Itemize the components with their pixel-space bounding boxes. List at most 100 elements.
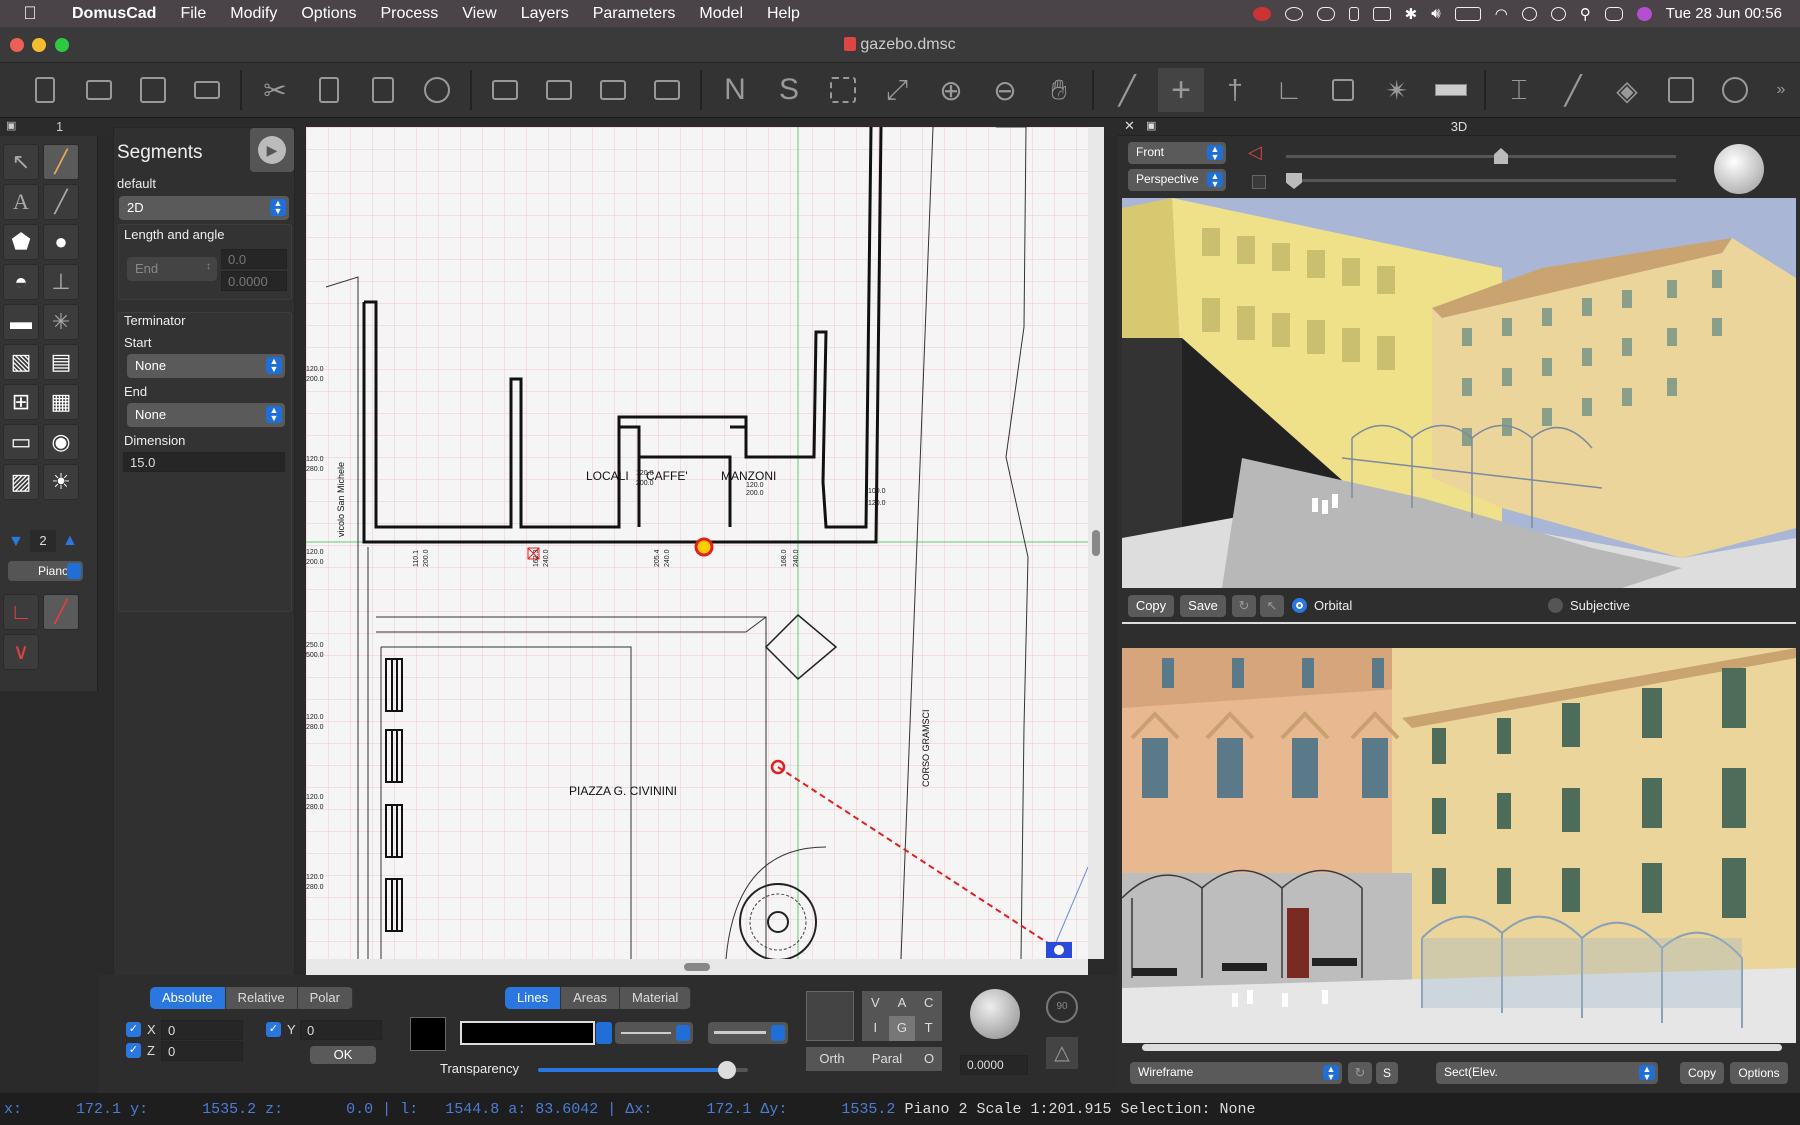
canvas-vertical-scrollbar[interactable] bbox=[1088, 127, 1104, 959]
rotation-field[interactable]: 0.0000 bbox=[960, 1055, 1028, 1075]
line-width-select[interactable] bbox=[708, 1022, 788, 1044]
pan-hand-icon[interactable]: ✋︎ bbox=[1036, 68, 1082, 112]
circle-tool-icon[interactable]: ● bbox=[43, 224, 79, 260]
snap-point-icon[interactable]: † bbox=[1212, 68, 1258, 112]
y-coordinate-field[interactable]: 0 bbox=[300, 1020, 382, 1040]
transparency-slider-knob[interactable] bbox=[718, 1061, 736, 1079]
drawing-tab-number[interactable]: 1 bbox=[56, 119, 63, 134]
view-letter-i[interactable]: I bbox=[862, 1016, 889, 1041]
tab-relative[interactable]: Relative bbox=[225, 987, 298, 1009]
render-mode-select[interactable]: Wireframe ▲ ▼ bbox=[1130, 1062, 1342, 1084]
tab-lines[interactable]: Lines bbox=[505, 987, 562, 1009]
menu-options[interactable]: Options bbox=[289, 5, 368, 23]
menu-modify[interactable]: Modify bbox=[218, 5, 289, 23]
bring-front-icon[interactable] bbox=[482, 68, 528, 112]
view-letter-g[interactable]: G bbox=[888, 1016, 916, 1041]
view-preview[interactable] bbox=[806, 991, 854, 1041]
volume-icon[interactable]: 🔊︎ bbox=[1431, 5, 1440, 22]
length-field[interactable]: 0.0 bbox=[221, 249, 287, 269]
distance-slider-knob[interactable] bbox=[1286, 173, 1302, 189]
x-coordinate-field[interactable]: 0 bbox=[161, 1020, 243, 1040]
transparency-slider[interactable] bbox=[538, 1061, 748, 1079]
detach-icon[interactable]: ▣ bbox=[6, 119, 16, 132]
roof-tool-icon[interactable]: ▤ bbox=[43, 344, 79, 380]
subjective-render-view[interactable] bbox=[1122, 648, 1796, 1043]
perspective-render-view[interactable] bbox=[1122, 198, 1796, 588]
send-backward-icon[interactable] bbox=[590, 68, 636, 112]
s-button[interactable]: S bbox=[1376, 1062, 1398, 1084]
layer-select[interactable]: Piano bbox=[8, 561, 83, 581]
dropbox-icon[interactable] bbox=[1252, 6, 1271, 21]
render-horizontal-scrollbar[interactable] bbox=[1142, 1044, 1782, 1051]
save-view-button[interactable]: Save bbox=[1180, 595, 1226, 617]
y-checkbox[interactable]: ✓ bbox=[266, 1022, 281, 1037]
mode-select[interactable]: 2D ▲ ▼ bbox=[119, 196, 289, 220]
bluetooth-icon[interactable]: ✱ bbox=[1405, 5, 1418, 23]
rectangle-tool-icon[interactable]: ▬ bbox=[3, 304, 39, 340]
menu-view[interactable]: View bbox=[450, 5, 508, 23]
north-icon[interactable]: N bbox=[712, 68, 758, 112]
hatch-tool-icon[interactable]: ✳ bbox=[43, 304, 79, 340]
orth-button[interactable]: Orth bbox=[806, 1047, 858, 1071]
light-tool-icon[interactable]: ☀ bbox=[43, 464, 79, 500]
menu-process[interactable]: Process bbox=[369, 5, 451, 23]
cube-3d-icon[interactable] bbox=[1658, 68, 1704, 112]
render-refresh-icon[interactable]: ↻ bbox=[1348, 1062, 1372, 1084]
rotation-knob[interactable] bbox=[970, 989, 1020, 1039]
siri-icon[interactable] bbox=[1636, 6, 1652, 21]
render-sphere-icon[interactable] bbox=[1712, 68, 1758, 112]
start-terminator-select[interactable]: None ▲ ▼ bbox=[127, 354, 285, 378]
battery-icon[interactable] bbox=[1454, 6, 1481, 21]
send-back-icon[interactable] bbox=[644, 68, 690, 112]
refresh-icon[interactable]: ↻ bbox=[1232, 595, 1256, 617]
paste-icon[interactable] bbox=[360, 68, 406, 112]
line-color-chevron-icon[interactable] bbox=[596, 1022, 612, 1044]
wifi-icon[interactable]: ◠ bbox=[1495, 5, 1508, 23]
zoom-in-icon[interactable]: ⊕ bbox=[928, 68, 974, 112]
diagonal-segment-icon[interactable]: ╱ bbox=[43, 594, 79, 630]
zoom-extents-icon[interactable]: ⤢ bbox=[874, 68, 920, 112]
distance-slider[interactable] bbox=[1286, 173, 1676, 189]
window-tool-icon[interactable]: ⊞ bbox=[3, 384, 39, 420]
text-tool-icon[interactable]: A bbox=[3, 184, 39, 220]
print-icon[interactable] bbox=[184, 68, 230, 112]
text-style-icon[interactable]: ⌶ bbox=[1496, 68, 1542, 112]
subjective-radio[interactable] bbox=[1548, 598, 1563, 613]
canvas-horizontal-scrollbar[interactable] bbox=[306, 959, 1088, 975]
time-machine-icon[interactable] bbox=[1550, 6, 1566, 21]
horizontal-scroll-thumb[interactable] bbox=[684, 963, 710, 971]
right-angle-segment-icon[interactable]: ∟ bbox=[3, 594, 39, 630]
vpn-icon[interactable] bbox=[1372, 6, 1391, 21]
new-file-icon[interactable] bbox=[22, 68, 68, 112]
tab-material[interactable]: Material bbox=[620, 987, 692, 1009]
layer-down-icon[interactable]: ▼ bbox=[8, 533, 24, 551]
menu-layers[interactable]: Layers bbox=[509, 5, 581, 23]
drawing-canvas[interactable]: LOCALI CAFFE' MANZONI PIAZZA G. CIVININI… bbox=[306, 127, 1088, 959]
layer-up-icon[interactable]: ▲ bbox=[62, 532, 78, 550]
spotlight-search-icon[interactable]: ⚲ bbox=[1580, 5, 1591, 23]
save-icon[interactable] bbox=[130, 68, 176, 112]
bring-forward-icon[interactable] bbox=[536, 68, 582, 112]
orbit-knob[interactable] bbox=[1714, 144, 1764, 194]
copy-section-button[interactable]: Copy bbox=[1680, 1062, 1724, 1084]
apple-menu-icon[interactable]:  bbox=[0, 3, 60, 24]
copy-icon[interactable] bbox=[306, 68, 352, 112]
segment-tool-icon[interactable]: ╱ bbox=[43, 144, 79, 180]
pointer-icon[interactable]: ↖ bbox=[1260, 595, 1284, 617]
measure-icon[interactable]: ╱ bbox=[1550, 68, 1596, 112]
layers-stack-icon[interactable]: ◈ bbox=[1604, 68, 1650, 112]
view-letter-t[interactable]: T bbox=[915, 1016, 942, 1041]
battery-monitor-icon[interactable] bbox=[1348, 6, 1359, 21]
end-terminator-select[interactable]: None ▲ ▼ bbox=[127, 403, 285, 427]
line-tool-icon[interactable]: ╱ bbox=[43, 184, 79, 220]
angle-field[interactable]: 0.0000 bbox=[221, 271, 287, 291]
menu-file[interactable]: File bbox=[168, 5, 218, 23]
paral-button[interactable]: Paral bbox=[858, 1047, 916, 1071]
layer-bar-icon[interactable] bbox=[1428, 68, 1474, 112]
line-type-select[interactable] bbox=[615, 1022, 693, 1044]
image-tool-icon[interactable]: ▨ bbox=[3, 464, 39, 500]
arc-tool-icon[interactable]: ◓ bbox=[3, 264, 39, 300]
menu-model[interactable]: Model bbox=[687, 5, 755, 23]
south-icon[interactable]: S bbox=[766, 68, 812, 112]
crosshair-icon[interactable]: + bbox=[1158, 68, 1204, 112]
